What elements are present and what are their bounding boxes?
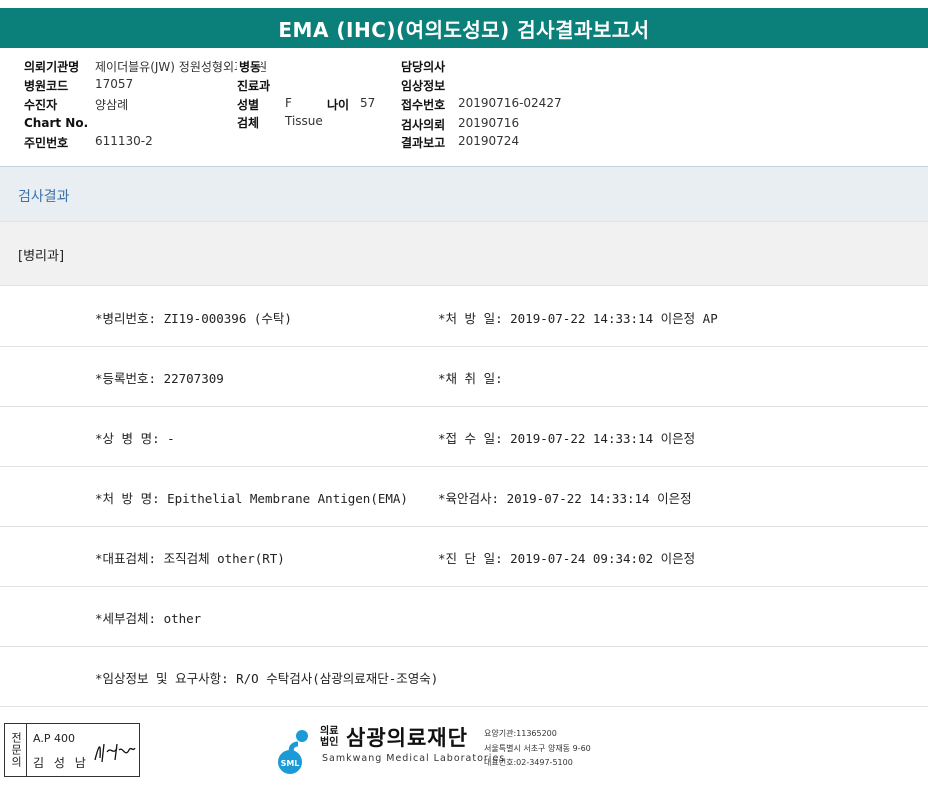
receipt-date: *접 수 일: 2019-07-22 14:33:14 이은정 [438, 431, 696, 446]
specimen-value: Tissue [285, 114, 323, 128]
patient-value: 양삼례 [95, 98, 129, 112]
report-value: 20190724 [458, 134, 520, 148]
diagnosis-date: *진 단 일: 2019-07-24 09:34:02 이은정 [438, 551, 696, 566]
specialist-signature-box: 전문의 A.P 400 김 성 남 [4, 723, 140, 777]
diagnosis-name: *상 병 명: - [95, 431, 175, 446]
sex-label: 성별 [237, 98, 260, 112]
code-value: 17057 [95, 77, 134, 91]
specimen-label: 검체 [237, 116, 260, 130]
pathology-number: *병리번호: ZI19-000396 (수탁) [95, 311, 292, 326]
org-name: 삼광의료재단 [346, 726, 468, 750]
dept-label: 진료과 [237, 79, 271, 93]
request-label: 검사의뢰 [401, 118, 446, 132]
report-title: EMA (IHC)(여의도성모) 검사결과보고서 [278, 17, 650, 42]
logo-text: SML [281, 759, 300, 768]
chart-label: Chart No. [24, 116, 89, 130]
resident-label: 주민번호 [24, 136, 69, 150]
code-label: 병원코드 [24, 79, 69, 93]
org-address: 서울특별시 서초구 양재동 9-60 [484, 744, 591, 753]
receipt-label: 접수번호 [401, 98, 446, 112]
org-code: 요양기관:11365200 [484, 729, 557, 738]
result-row: *등록번호: 22707309 *채 취 일: [0, 347, 928, 407]
registration-number: *등록번호: 22707309 [95, 371, 224, 386]
report-title-bar: EMA (IHC)(여의도성모) 검사결과보고서 [0, 8, 928, 48]
resident-value: 611130-2 [95, 134, 153, 148]
detailed-specimen: *세부검체: other [95, 611, 202, 626]
department-header: [병리과] [0, 222, 928, 286]
hospital-label: 의뢰기관명 [24, 60, 80, 74]
result-row: *세부검체: other [0, 587, 928, 647]
org-english-name: Samkwang Medical Laboratories [322, 753, 506, 764]
result-row: *상 병 명: - *접 수 일: 2019-07-22 14:33:14 이은… [0, 407, 928, 467]
clinical-label: 임상정보 [401, 79, 446, 93]
sex-value: F [285, 96, 292, 110]
patient-info-block: 의뢰기관명 제이더블유(JW) 정원성형외과의원 병원코드 17057 수진자 … [0, 52, 928, 164]
result-row: *대표검체: 조직검체 other(RT) *진 단 일: 2019-07-24… [0, 527, 928, 587]
collection-date: *채 취 일: [438, 371, 503, 386]
specialist-name: 김 성 남 [33, 756, 89, 770]
clinical-request: *임상정보 및 요구사항: R/O 수탁검사(삼광의료재단-조영숙) [95, 671, 439, 686]
signature-scribble [94, 743, 136, 763]
age-label: 나이 [327, 98, 350, 112]
order-name: *처 방 명: Epithelial Membrane Antigen(EMA) [95, 491, 408, 506]
doctor-label: 담당의사 [401, 60, 446, 74]
result-row: *임상정보 및 요구사항: R/O 수탁검사(삼광의료재단-조영숙) [0, 647, 928, 707]
order-date: *처 방 일: 2019-07-22 14:33:14 이은정 AP [438, 311, 718, 326]
result-row: *병리번호: ZI19-000396 (수탁) *처 방 일: 2019-07-… [0, 287, 928, 347]
report-label: 결과보고 [401, 136, 446, 150]
result-rows: *병리번호: ZI19-000396 (수탁) *처 방 일: 2019-07-… [0, 287, 928, 707]
representative-specimen: *대표검체: 조직검체 other(RT) [95, 551, 285, 566]
org-phone: 대표번호:02-3497-5100 [484, 758, 573, 767]
results-section-title: 검사결과 [18, 189, 70, 205]
receipt-value: 20190716-02427 [458, 96, 562, 110]
result-row: *처 방 명: Epithelial Membrane Antigen(EMA)… [0, 467, 928, 527]
results-section-header: 검사결과 [0, 166, 928, 222]
age-value: 57 [360, 96, 376, 110]
org-legal-label: 의료 법인 [320, 726, 339, 748]
request-value: 20190716 [458, 116, 520, 130]
ap-code: A.P 400 [33, 732, 75, 745]
report-footer: 전문의 A.P 400 김 성 남 SML 의료 법인 삼광의료재단 Samkw… [0, 716, 928, 788]
specialist-side-label: 전문의 [5, 724, 27, 776]
gross-exam-date: *육안검사: 2019-07-22 14:33:14 이은정 [438, 491, 692, 506]
patient-label: 수진자 [24, 98, 58, 112]
department-title: [병리과] [18, 249, 65, 264]
ward-label: 병동 [237, 58, 262, 75]
